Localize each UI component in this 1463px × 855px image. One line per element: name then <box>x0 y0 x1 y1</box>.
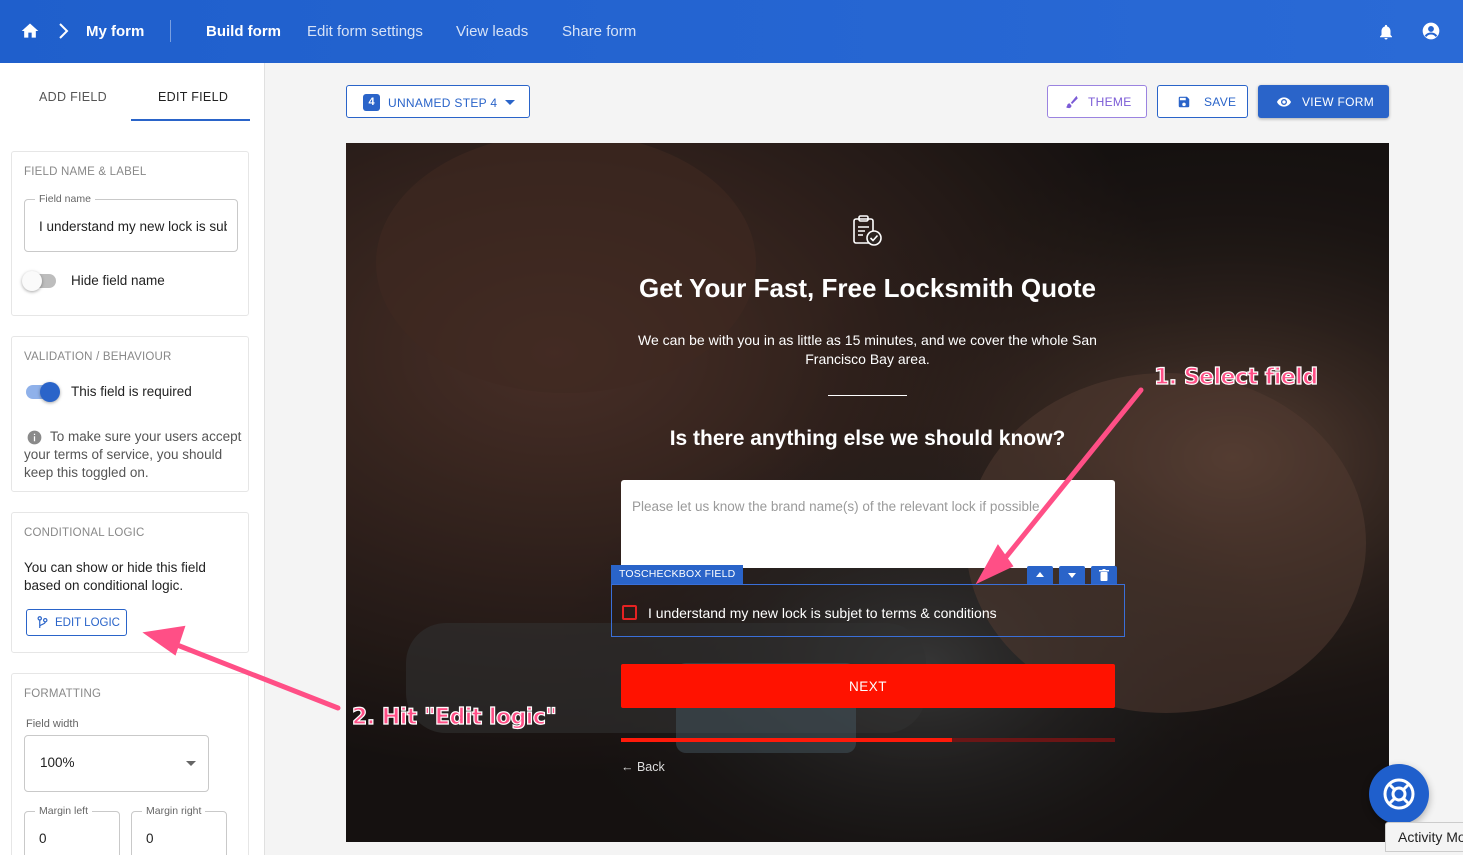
top-navbar: My form Build form Edit form settings Vi… <box>0 0 1463 63</box>
lifebuoy-icon <box>1383 778 1415 810</box>
step-number-badge: 4 <box>363 94 380 111</box>
nav-build-form[interactable]: Build form <box>206 23 281 40</box>
back-link[interactable]: ← Back <box>621 760 665 774</box>
arrow-up-icon <box>1036 572 1044 577</box>
notes-textarea[interactable]: Please let us know the brand name(s) of … <box>621 480 1115 568</box>
left-sidebar: ADD FIELD EDIT FIELD FIELD NAME & LABEL … <box>0 63 265 855</box>
view-form-button[interactable]: VIEW FORM <box>1258 85 1389 118</box>
step-selector[interactable]: 4 UNNAMED STEP 4 <box>346 85 530 118</box>
next-button[interactable]: NEXT <box>621 664 1115 708</box>
selected-field-tag: TOSCHECKBOX FIELD <box>611 565 744 584</box>
save-button-label: SAVE <box>1204 94 1237 109</box>
edit-logic-button-label: EDIT LOGIC <box>55 616 120 629</box>
tab-add-field[interactable]: ADD FIELD <box>39 90 107 104</box>
conditional-logic-section-title: CONDITIONAL LOGIC <box>24 527 145 539</box>
margin-right-input[interactable]: Margin right 0 <box>131 805 227 855</box>
active-tab-indicator <box>131 119 250 121</box>
chevron-right-icon <box>59 23 69 39</box>
question-heading: Is there anything else we should know? <box>669 427 1066 450</box>
hide-field-name-label: Hide field name <box>71 273 165 288</box>
annotation-select-field: 1. Select field <box>1153 364 1318 390</box>
clipboard-check-icon <box>853 215 882 246</box>
move-down-button[interactable] <box>1059 566 1085 584</box>
form-subtitle-line1: We can be with you in as little as 15 mi… <box>638 332 1097 348</box>
sidebar-tabs: ADD FIELD EDIT FIELD <box>0 63 264 123</box>
breadcrumb-form-name[interactable]: My form <box>86 23 144 40</box>
progress-bar <box>621 738 1115 742</box>
brush-icon <box>1065 95 1078 109</box>
field-width-value: 100% <box>40 755 75 770</box>
field-name-input-label: Field name <box>35 193 95 205</box>
margin-left-label: Margin left <box>35 805 93 817</box>
nav-edit-form-settings[interactable]: Edit form settings <box>307 23 423 40</box>
field-width-select[interactable]: 100% <box>24 735 209 792</box>
title-divider <box>828 395 907 396</box>
activity-monitor-tab[interactable]: Activity Mo <box>1385 822 1463 852</box>
tab-edit-field[interactable]: EDIT FIELD <box>158 90 228 104</box>
field-name-section-title: FIELD NAME & LABEL <box>24 166 147 178</box>
field-name-input-value: I understand my new lock is subjet to te… <box>39 219 227 234</box>
next-button-label: NEXT <box>848 678 887 694</box>
delete-field-button[interactable] <box>1091 566 1117 584</box>
nav-divider <box>170 20 171 42</box>
caret-down-icon <box>186 761 196 766</box>
arrow-down-icon <box>1068 573 1076 578</box>
form-preview: Get Your Fast, Free Locksmith Quote We c… <box>346 143 1389 842</box>
form-title: Get Your Fast, Free Locksmith Quote <box>638 273 1097 303</box>
annotation-hit-edit-logic: 2. Hit "Edit logic" <box>351 704 557 730</box>
required-toggle-label: This field is required <box>71 384 192 399</box>
view-form-button-label: VIEW FORM <box>1302 94 1375 109</box>
tos-checkbox[interactable] <box>622 605 637 620</box>
field-name-card: FIELD NAME & LABEL Field name I understa… <box>11 151 249 316</box>
edit-logic-button[interactable]: EDIT LOGIC <box>26 609 127 636</box>
margin-left-input[interactable]: Margin left 0 <box>24 805 120 855</box>
nav-share-form[interactable]: Share form <box>562 23 636 40</box>
tos-checkbox-label: I understand my new lock is subjet to te… <box>648 605 997 621</box>
field-name-input[interactable]: Field name I understand my new lock is s… <box>24 193 238 252</box>
margin-left-value: 0 <box>39 831 47 846</box>
caret-down-icon <box>505 100 515 105</box>
save-icon <box>1178 96 1190 107</box>
hide-field-name-toggle[interactable] <box>22 270 58 292</box>
margin-right-value: 0 <box>146 831 154 846</box>
move-up-button[interactable] <box>1027 566 1053 584</box>
save-button[interactable]: SAVE <box>1157 85 1248 118</box>
required-toggle[interactable] <box>24 381 60 403</box>
notes-textarea-placeholder: Please let us know the brand name(s) of … <box>632 499 1040 514</box>
branch-icon <box>37 616 48 628</box>
field-width-label: Field width <box>26 718 79 730</box>
formatting-card: FORMATTING Field width 100% Margin left … <box>11 673 249 855</box>
home-icon[interactable] <box>20 21 40 41</box>
trash-icon <box>1099 569 1109 581</box>
account-icon[interactable] <box>1421 21 1441 41</box>
nav-view-leads[interactable]: View leads <box>456 23 528 40</box>
theme-button-label: THEME <box>1088 94 1132 109</box>
progress-bar-fill <box>621 738 952 742</box>
margin-right-label: Margin right <box>142 805 206 817</box>
conditional-logic-description: You can show or hide this field based on… <box>24 560 206 593</box>
validation-card: VALIDATION / BEHAVIOUR This field is req… <box>11 336 249 492</box>
required-info-text: To make sure your users accept your term… <box>24 429 242 480</box>
conditional-logic-card: CONDITIONAL LOGIC You can show or hide t… <box>11 512 249 653</box>
step-selector-label: UNNAMED STEP 4 <box>388 96 498 110</box>
help-chat-button[interactable] <box>1369 764 1429 824</box>
eye-icon <box>1277 96 1291 107</box>
bell-icon[interactable] <box>1377 22 1395 42</box>
formatting-section-title: FORMATTING <box>24 688 102 700</box>
validation-section-title: VALIDATION / BEHAVIOUR <box>24 351 172 363</box>
theme-button[interactable]: THEME <box>1047 85 1147 118</box>
